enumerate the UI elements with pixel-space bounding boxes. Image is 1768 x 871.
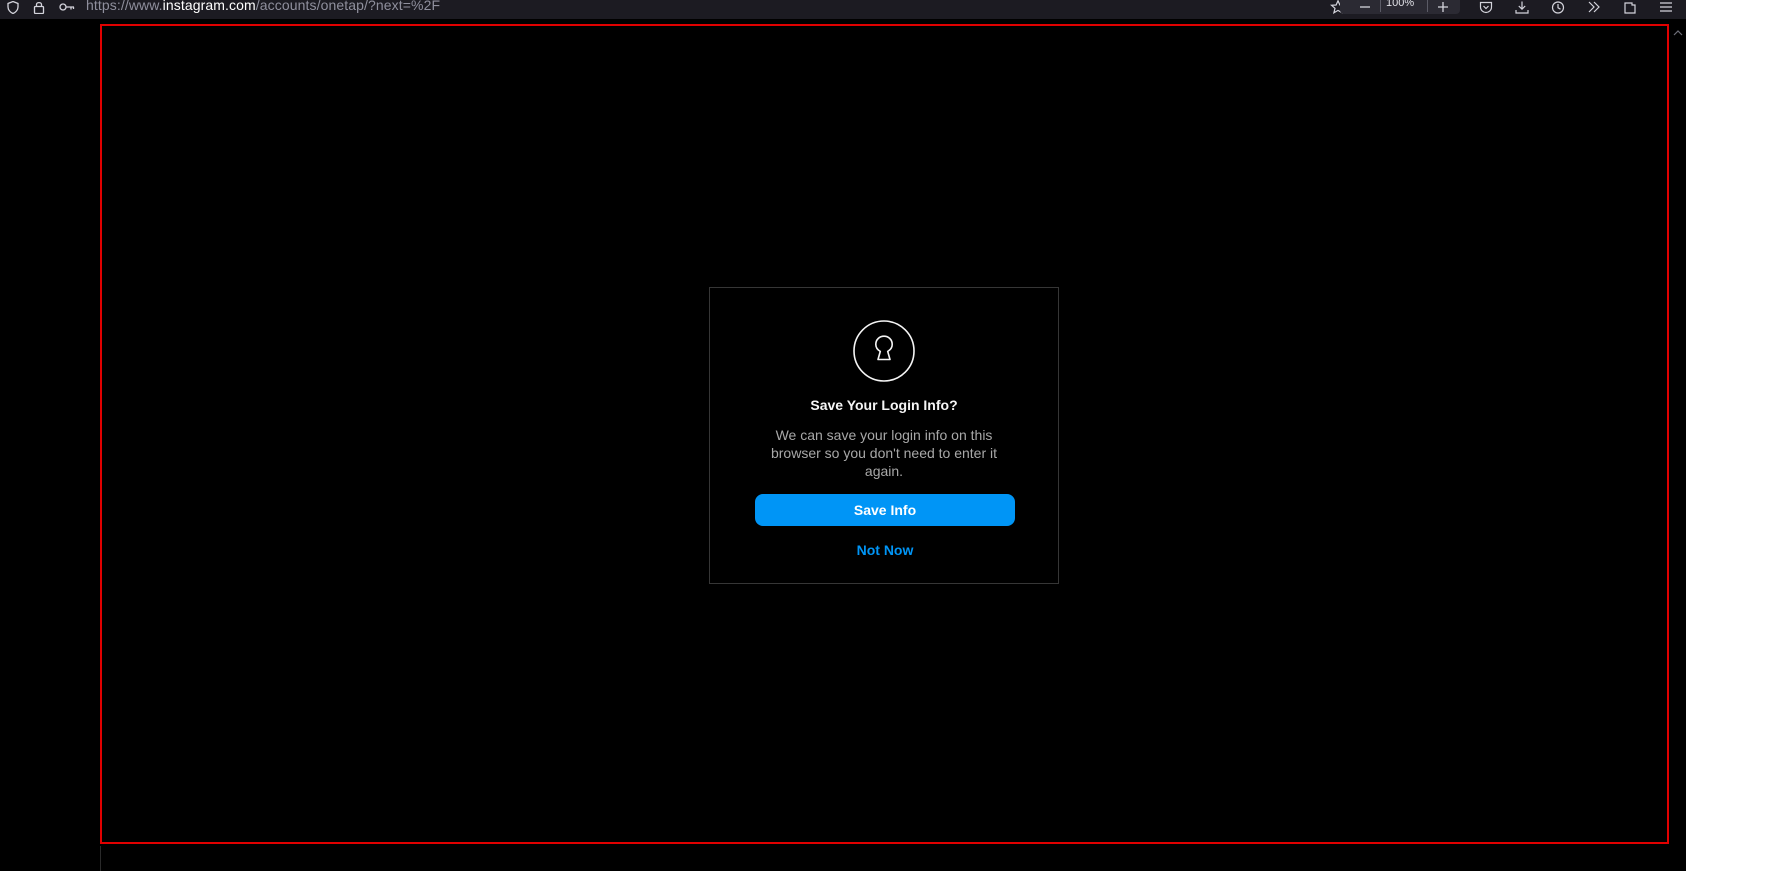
browser-viewport: https://www.instagram.com/accounts/oneta…: [0, 0, 1686, 871]
keyhole-icon: [853, 320, 915, 382]
page-edge: [100, 846, 101, 871]
url-domain: instagram.com: [162, 0, 256, 13]
url-bar[interactable]: https://www.instagram.com/accounts/oneta…: [86, 0, 440, 13]
dialog-description: We can save your login info on this brow…: [770, 427, 998, 479]
shield-icon[interactable]: [6, 0, 20, 14]
not-now-button[interactable]: Not Now: [810, 539, 960, 561]
url-prefix: https://www.: [86, 0, 163, 13]
url-path: /accounts/onetap/?next=%2F: [255, 0, 441, 13]
browser-toolbar: https://www.instagram.com/accounts/oneta…: [0, 0, 1686, 19]
chevron-double-right-icon[interactable]: [1586, 0, 1602, 14]
pocket-icon[interactable]: [1478, 0, 1494, 14]
hamburger-menu-icon[interactable]: [1658, 0, 1674, 14]
history-icon[interactable]: [1550, 0, 1566, 14]
dialog-title: Save Your Login Info?: [810, 397, 958, 413]
plus-icon[interactable]: [1436, 0, 1450, 14]
minus-icon[interactable]: [1358, 0, 1372, 14]
download-icon[interactable]: [1514, 0, 1530, 14]
scroll-up-icon[interactable]: [1673, 26, 1685, 40]
lock-icon[interactable]: [32, 0, 46, 14]
extensions-icon[interactable]: [1622, 0, 1638, 14]
zoom-level[interactable]: 100%: [1386, 0, 1414, 9]
save-info-button[interactable]: Save Info: [755, 494, 1015, 526]
key-icon[interactable]: [59, 0, 75, 14]
save-login-dialog: Save Your Login Info? We can save your l…: [709, 287, 1059, 584]
